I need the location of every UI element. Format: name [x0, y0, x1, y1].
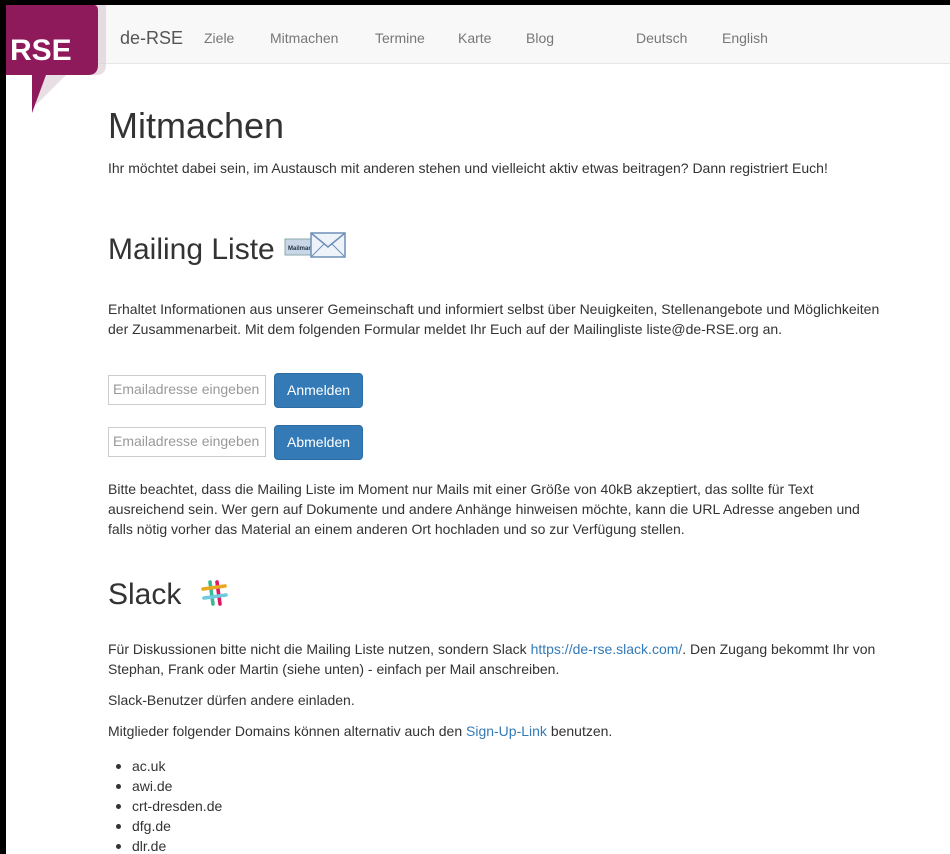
mailman-label: Mailman: [288, 246, 312, 252]
nav-item-ziele[interactable]: Ziele: [204, 30, 234, 46]
subscribe-button[interactable]: Anmelden: [274, 373, 364, 408]
subscribe-email-input[interactable]: Emailadresse eingeben: [108, 375, 266, 405]
slack-intro: Für Diskussionen bitte nicht die Mailing…: [108, 639, 883, 679]
page-title: Mitmachen: [108, 105, 285, 146]
slack-icon: [200, 580, 228, 606]
nav-item-karte[interactable]: Karte: [458, 30, 491, 46]
rse-logo[interactable]: RSE: [6, 5, 114, 115]
slack-intro-before: Für Diskussionen bitte nicht die Mailing…: [108, 641, 531, 657]
unsubscribe-button[interactable]: Abmelden: [274, 425, 364, 460]
domain-list: ac.uk awi.de crt-dresden.de dfg.de dlr.d…: [108, 756, 222, 854]
nav-brand[interactable]: de-RSE: [120, 28, 183, 49]
slack-signup-after: benutzen.: [546, 723, 613, 739]
logo-text: RSE: [10, 34, 72, 67]
slack-signup-before: Mitglieder folgender Domains können alte…: [108, 723, 466, 739]
slack-invite-note: Slack-Benutzer dürfen andere einladen.: [108, 692, 355, 708]
signup-link[interactable]: Sign-Up-Link: [466, 723, 547, 739]
domain-item: ac.uk: [108, 756, 222, 776]
domain-item: awi.de: [108, 776, 222, 796]
nav-item-termine[interactable]: Termine: [375, 30, 425, 46]
top-navbar: de-RSE Ziele Mitmachen Termine Karte Blo…: [6, 5, 950, 64]
domain-item: dlr.de: [108, 836, 222, 854]
mailing-heading: Mailing Liste Mailman: [108, 229, 353, 267]
slack-signup-text: Mitglieder folgender Domains können alte…: [108, 721, 883, 741]
mailing-description: Erhaltet Informationen aus unserer Gemei…: [108, 301, 880, 337]
slack-workspace-link[interactable]: https://de-rse.slack.com/: [531, 641, 683, 657]
intro-text: Ihr möchtet dabei sein, im Austausch mit…: [108, 160, 828, 176]
browser-viewport: RSE de-RSE Ziele Mitmachen Termine Karte…: [6, 5, 950, 854]
slack-heading-label: Slack: [108, 578, 182, 611]
nav-item-blog[interactable]: Blog: [526, 30, 554, 46]
mailing-heading-label: Mailing Liste: [108, 233, 275, 266]
unsubscribe-email-input[interactable]: Emailadresse eingeben: [108, 427, 266, 457]
nav-item-mitmachen[interactable]: Mitmachen: [270, 30, 338, 46]
domain-item: dfg.de: [108, 816, 222, 836]
nav-lang-deutsch[interactable]: Deutsch: [636, 30, 687, 46]
domain-item: crt-dresden.de: [108, 796, 222, 816]
mail-envelope-icon: Mailman: [284, 232, 346, 258]
slack-heading: Slack: [108, 578, 232, 612]
mailing-size-note: Bitte beachtet, dass die Mailing Liste i…: [108, 481, 860, 537]
nav-lang-english[interactable]: English: [722, 30, 768, 46]
